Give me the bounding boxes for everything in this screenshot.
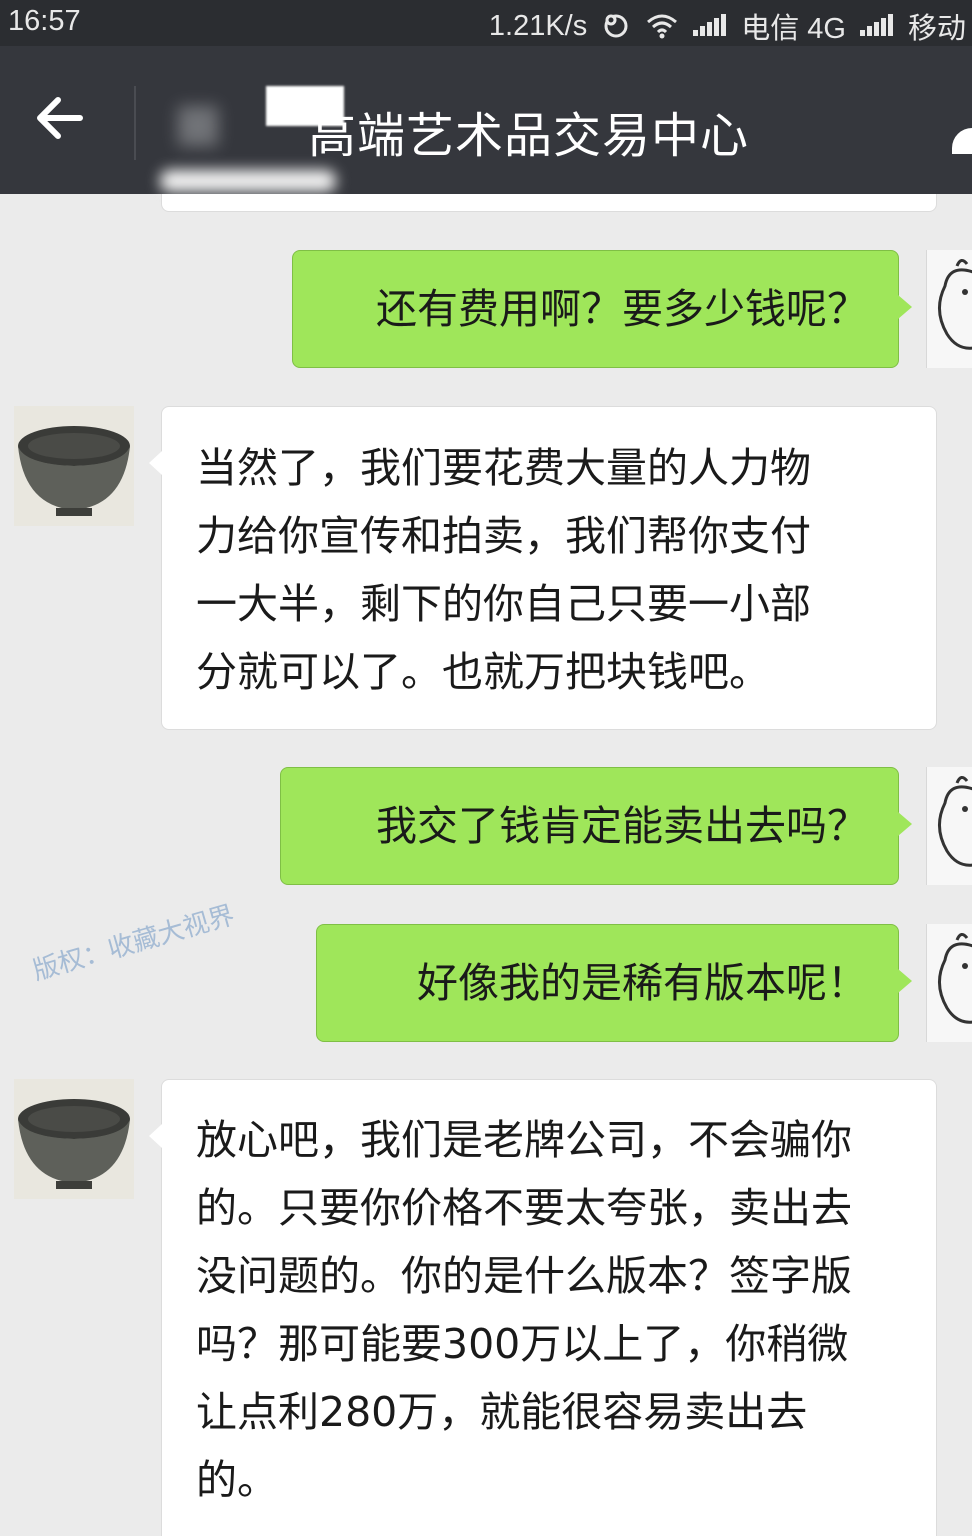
chat-area[interactable]: 还有费用啊？要多少钱呢？ 当然了，我们要花费大量的人力物 力给你宣传和拍卖，我们… <box>0 194 972 1536</box>
redacted-blur <box>178 106 218 146</box>
message-line: 分就可以了。也就万把块钱吧。 <box>196 648 770 696</box>
my-avatar[interactable] <box>926 250 972 368</box>
contact-avatar[interactable] <box>14 406 134 526</box>
message-line: 让点利280万，就能很容易卖出去 <box>196 1388 808 1436</box>
profile-button[interactable] <box>952 128 972 154</box>
message-line: 一大半，剩下的你自己只要一小部 <box>196 580 811 628</box>
message-line: 吗？那可能要300万以上了，你稍微 <box>196 1320 849 1368</box>
network-speed: 1.21K/s <box>488 9 588 42</box>
contact-avatar[interactable] <box>14 1079 134 1199</box>
outgoing-message[interactable]: 还有费用啊？要多少钱呢？ <box>292 250 912 368</box>
cartoon-avatar-icon <box>938 259 972 350</box>
message-line: 的。只要你价格不要太夸张，卖出去 <box>196 1184 852 1232</box>
outgoing-message[interactable]: 我交了钱肯定能卖出去吗？ <box>280 767 912 885</box>
sync-icon <box>601 11 631 41</box>
outgoing-message[interactable]: 好像我的是稀有版本呢！ <box>316 924 912 1042</box>
bowl-avatar-icon <box>14 406 134 526</box>
signal-strength-icon-2 <box>859 14 894 38</box>
message-line: 放心吧，我们是老牌公司，不会骗你 <box>196 1116 852 1164</box>
carrier-label-1: 电信 4G <box>741 13 846 45</box>
chat-header: 高端艺术品交易中心 <box>0 46 972 194</box>
message-text: 还有费用啊？要多少钱呢？ <box>376 285 868 333</box>
previous-message-bubble <box>161 194 937 212</box>
message-line: 没问题的。你的是什么版本？签字版 <box>196 1252 852 1300</box>
carrier-label-2: 移动 <box>907 13 966 45</box>
incoming-message[interactable]: 当然了，我们要花费大量的人力物 力给你宣传和拍卖，我们帮你支付 一大半，剩下的你… <box>149 406 937 730</box>
my-avatar[interactable] <box>926 924 972 1042</box>
back-arrow-icon <box>37 97 83 139</box>
header-divider <box>134 86 136 160</box>
bowl-avatar-icon <box>14 1079 134 1199</box>
redacted-blur-strip <box>160 170 336 192</box>
message-line: 力给你宣传和拍卖，我们帮你支付 <box>196 512 811 560</box>
message-text: 我交了钱肯定能卖出去吗？ <box>376 802 868 850</box>
status-time: 16:57 <box>8 5 81 37</box>
cartoon-avatar-icon <box>938 933 972 1024</box>
message-line: 当然了，我们要花费大量的人力物 <box>196 444 811 492</box>
chat-title: 高端艺术品交易中心 <box>308 108 750 164</box>
bubble-tail <box>898 969 912 993</box>
wifi-icon <box>645 12 679 40</box>
copyright-watermark: 版权：收藏大视界 <box>29 900 238 987</box>
status-indicators: 1.21K/s 电信 4G 移动 <box>489 5 966 47</box>
bubble-tail <box>149 1124 162 1148</box>
message-text: 好像我的是稀有版本呢！ <box>417 959 868 1007</box>
bubble-tail <box>898 812 912 836</box>
bubble-tail <box>149 451 162 475</box>
my-avatar[interactable] <box>926 767 972 885</box>
cartoon-avatar-icon <box>938 776 972 867</box>
incoming-message[interactable]: 放心吧，我们是老牌公司，不会骗你 的。只要你价格不要太夸张，卖出去 没问题的。你… <box>149 1079 937 1536</box>
signal-strength-icon <box>693 14 727 38</box>
bubble-tail <box>898 295 912 319</box>
message-line: 的。 <box>196 1456 278 1504</box>
status-bar: 16:57 1.21K/s 电信 4G 移动 <box>0 0 972 46</box>
back-button[interactable] <box>30 88 100 158</box>
